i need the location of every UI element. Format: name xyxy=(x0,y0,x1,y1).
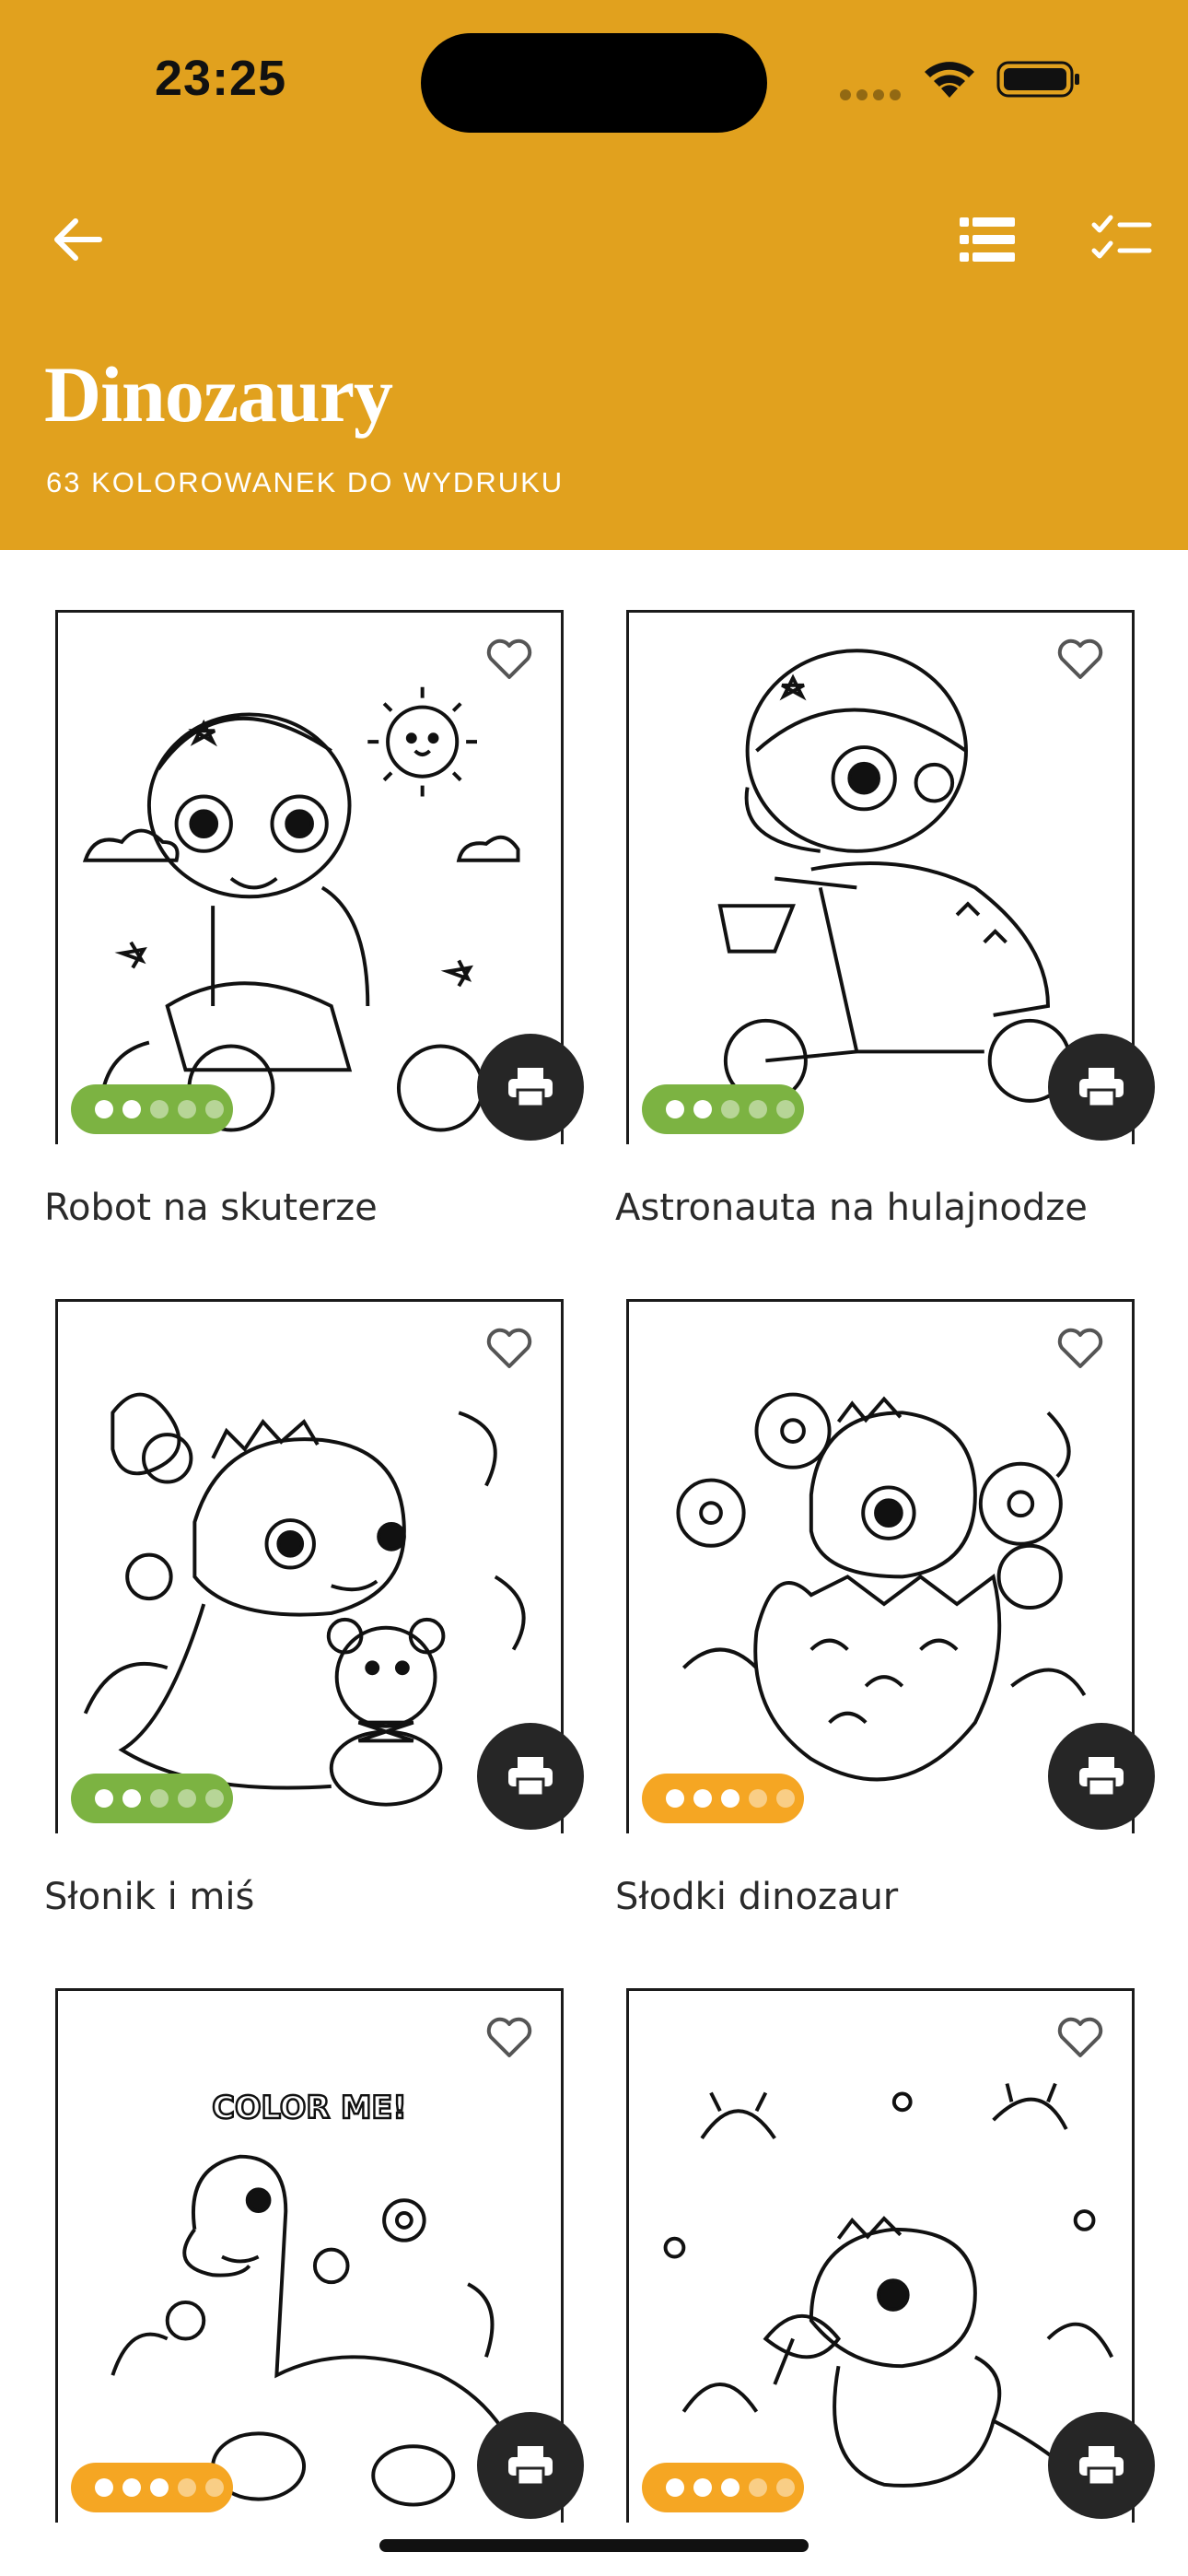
heart-icon[interactable] xyxy=(485,1326,533,1370)
home-indicator[interactable] xyxy=(379,2539,809,2552)
checklist-icon[interactable] xyxy=(1090,212,1153,267)
difficulty-indicator xyxy=(71,2463,233,2512)
page-title: Dinozaury xyxy=(44,350,393,439)
card-title: Robot na skuterze xyxy=(44,1187,378,1229)
print-button[interactable] xyxy=(477,2412,584,2519)
color-me-text: COLOR ME! xyxy=(212,2090,406,2125)
difficulty-indicator xyxy=(71,1084,233,1134)
heart-icon[interactable] xyxy=(1056,2015,1104,2059)
printer-icon xyxy=(1079,1068,1124,1108)
difficulty-indicator xyxy=(71,1774,233,1823)
cellular-signal-icon xyxy=(840,88,906,105)
screen: 23:25 Dinozaury 63 KOLOROWANEK DO WYDRUK… xyxy=(0,0,1188,2576)
print-button[interactable] xyxy=(1048,1034,1155,1141)
print-button[interactable] xyxy=(477,1723,584,1830)
printer-icon xyxy=(1079,2446,1124,2487)
printer-icon xyxy=(1079,1757,1124,1797)
heart-icon[interactable] xyxy=(485,2015,533,2059)
card-title: Słonik i miś xyxy=(44,1876,255,1918)
printer-icon xyxy=(508,1757,553,1797)
difficulty-indicator xyxy=(642,2463,804,2512)
card-title: Astronauta na hulajnodze xyxy=(615,1187,1088,1229)
battery-icon xyxy=(996,61,1079,98)
print-button[interactable] xyxy=(477,1034,584,1141)
print-button[interactable] xyxy=(1048,1723,1155,1830)
difficulty-indicator xyxy=(642,1774,804,1823)
page-subtitle: 63 KOLOROWANEK DO WYDRUKU xyxy=(46,466,565,498)
status-time: 23:25 xyxy=(155,51,287,106)
card-title: Słodki dinozaur xyxy=(615,1876,899,1918)
heart-icon[interactable] xyxy=(485,637,533,681)
header: 23:25 Dinozaury 63 KOLOROWANEK DO WYDRUK… xyxy=(0,0,1188,550)
list-view-icon[interactable] xyxy=(958,212,1017,267)
print-button[interactable] xyxy=(1048,2412,1155,2519)
printer-icon xyxy=(508,1068,553,1108)
heart-icon[interactable] xyxy=(1056,1326,1104,1370)
heart-icon[interactable] xyxy=(1056,637,1104,681)
wifi-icon xyxy=(925,62,974,98)
dynamic-island xyxy=(421,33,767,133)
back-arrow-icon[interactable] xyxy=(48,210,107,269)
difficulty-indicator xyxy=(642,1084,804,1134)
printer-icon xyxy=(508,2446,553,2487)
